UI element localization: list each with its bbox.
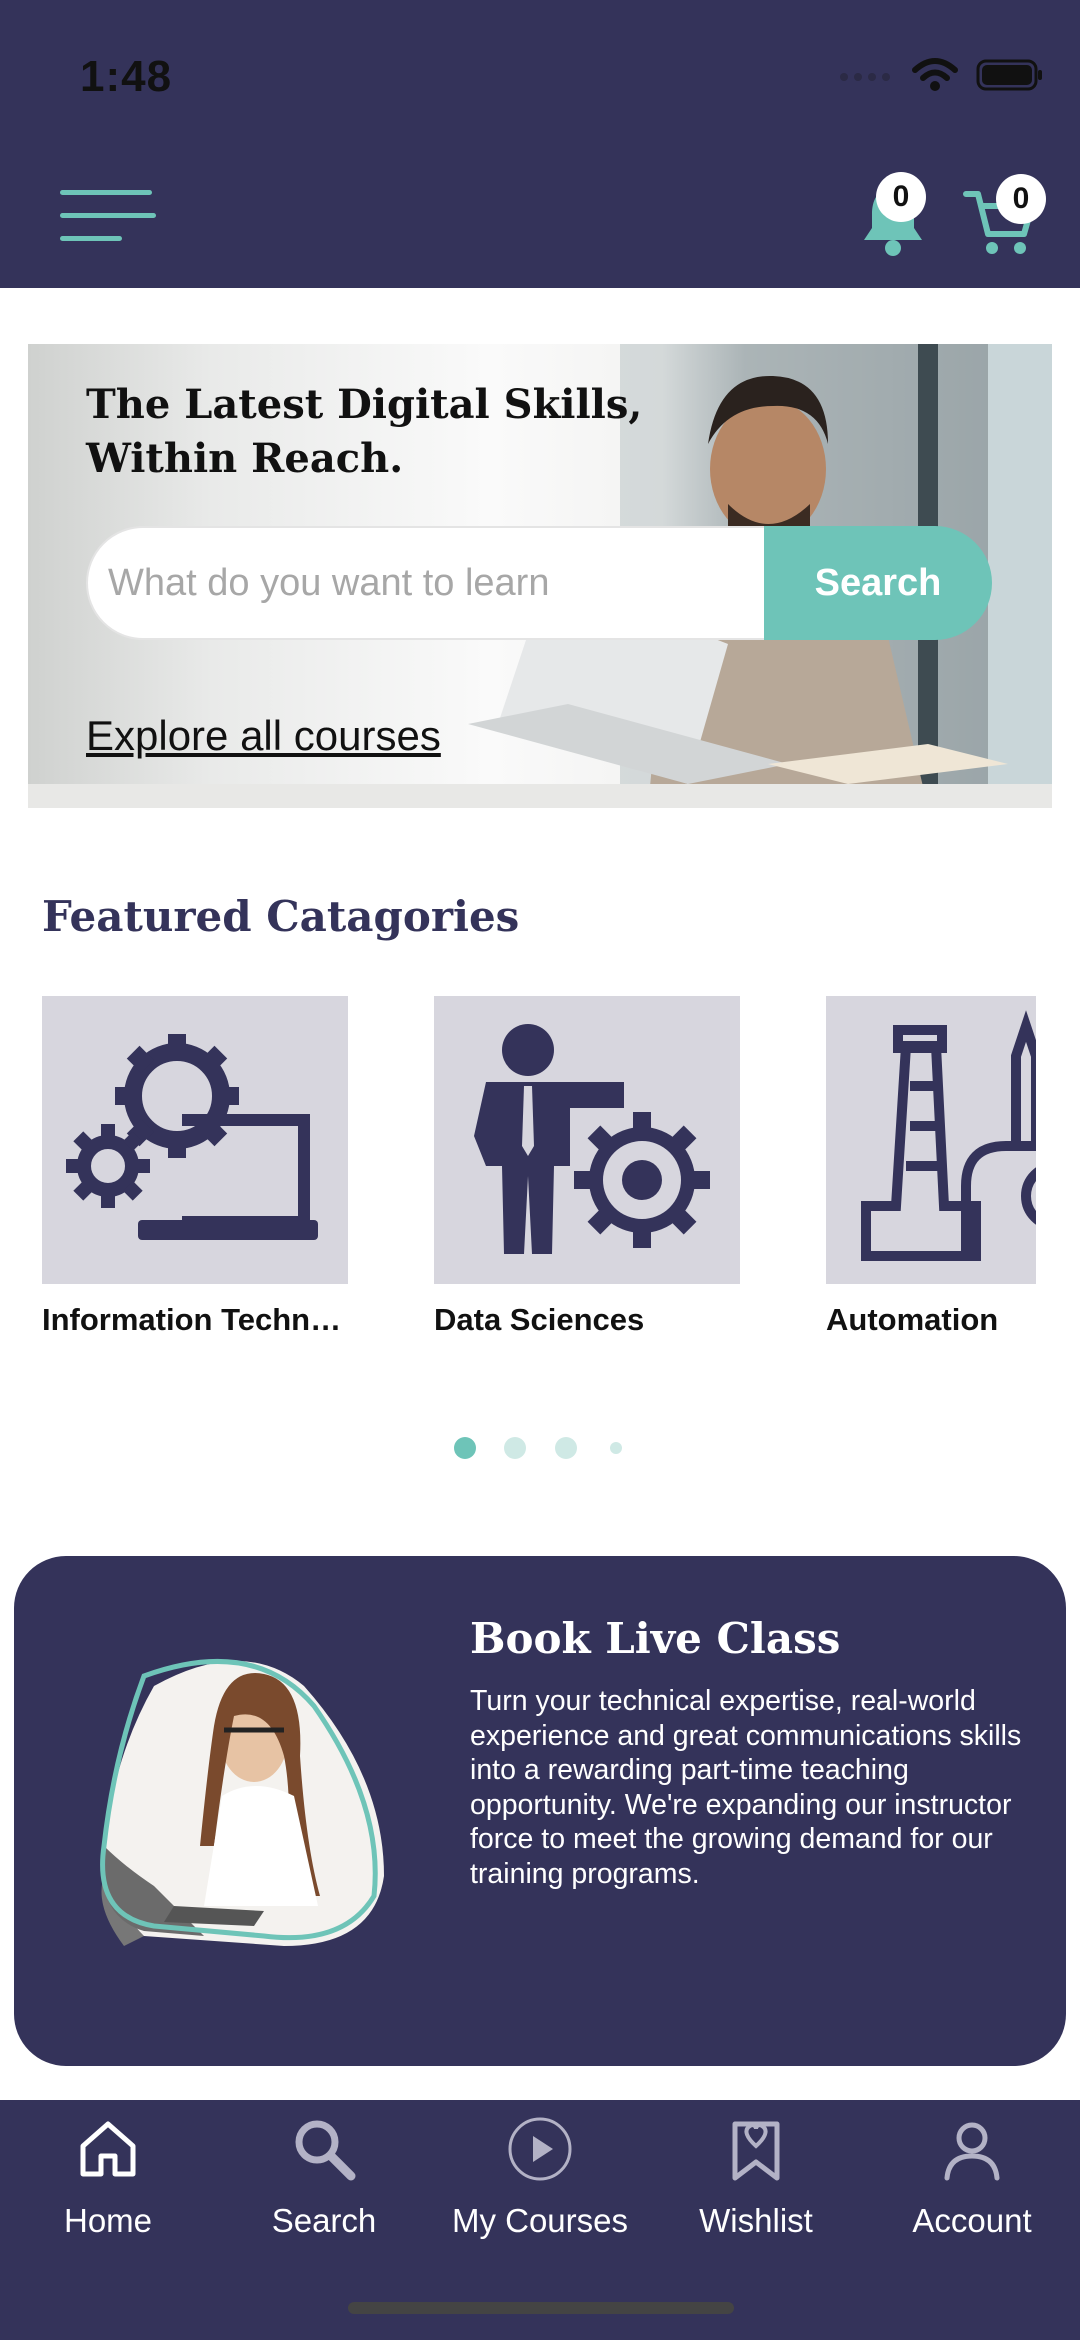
category-image xyxy=(434,996,740,1284)
category-label: Automation xyxy=(826,1302,999,1337)
pager-dot-4[interactable] xyxy=(610,1442,622,1454)
hero-search: Search xyxy=(86,526,992,640)
wifi-icon xyxy=(912,58,958,91)
tab-home[interactable]: Home xyxy=(0,2116,216,2266)
search-icon xyxy=(295,2120,356,2181)
menu-icon[interactable] xyxy=(60,188,156,244)
tab-my-courses[interactable]: My Courses xyxy=(432,2116,648,2266)
app-header: 1:48 0 0 xyxy=(0,0,1080,288)
user-icon xyxy=(944,2122,1000,2181)
signal-icon xyxy=(840,73,890,81)
search-button[interactable]: Search xyxy=(764,526,992,640)
tab-label: Account xyxy=(912,2202,1032,2239)
automation-tower-icon xyxy=(861,1010,1036,1261)
cart-badge: 0 xyxy=(996,174,1046,224)
tab-label: My Courses xyxy=(451,2202,629,2239)
category-image xyxy=(42,996,348,1284)
tab-search[interactable]: Search xyxy=(216,2116,432,2266)
live-class-description: Turn your technical expertise, real-worl… xyxy=(470,1685,1022,1890)
notifications-badge: 0 xyxy=(876,172,926,222)
bookmark-heart-icon xyxy=(732,2121,780,2181)
pager-dot-2[interactable] xyxy=(504,1437,526,1459)
hero-banner: The Latest Digital Skills, Within Reach.… xyxy=(28,344,1052,808)
play-circle-icon xyxy=(508,2117,572,2181)
category-label: Data Sciences xyxy=(434,1302,645,1337)
category-card-data-sciences[interactable]: Data Sciences xyxy=(434,996,740,1338)
laptop-gears-icon xyxy=(66,1034,318,1240)
tab-account[interactable]: Account xyxy=(864,2116,1080,2266)
cart-button[interactable]: 0 xyxy=(962,174,1046,266)
category-card-automation[interactable]: Automation xyxy=(826,996,1036,1338)
person-gear-icon xyxy=(474,1024,710,1254)
live-class-title: Book Live Class xyxy=(470,1614,841,1663)
battery-icon xyxy=(976,59,1042,91)
category-card-automation-clip: Automation xyxy=(826,996,1036,1356)
hero-title: The Latest Digital Skills, Within Reach. xyxy=(86,381,643,482)
carousel-pager xyxy=(0,1437,1080,1461)
tab-label: Home xyxy=(63,2202,153,2239)
category-label: Information Technology xyxy=(42,1302,348,1337)
live-class-photo-woman-laptop xyxy=(100,1659,384,1946)
category-image xyxy=(826,996,1036,1284)
pager-dot-1[interactable] xyxy=(454,1437,476,1459)
tab-wishlist[interactable]: Wishlist xyxy=(648,2116,864,2266)
pager-dot-3[interactable] xyxy=(555,1437,577,1459)
notifications-button[interactable]: 0 xyxy=(858,172,938,264)
tab-label: Search xyxy=(271,2202,377,2239)
home-indicator xyxy=(348,2302,734,2314)
status-time: 1:48 xyxy=(80,52,173,101)
tab-label: Wishlist xyxy=(699,2202,813,2239)
book-live-class-card[interactable]: Book Live Class Turn your technical expe… xyxy=(14,1556,1066,2066)
status-icons xyxy=(838,58,1044,92)
category-card-it[interactable]: Information Technology xyxy=(42,996,348,1338)
home-icon xyxy=(80,2121,136,2177)
search-input[interactable] xyxy=(86,526,786,640)
featured-categories-title: Featured Catagories xyxy=(42,892,520,941)
explore-all-courses-link[interactable]: Explore all courses xyxy=(86,712,441,760)
